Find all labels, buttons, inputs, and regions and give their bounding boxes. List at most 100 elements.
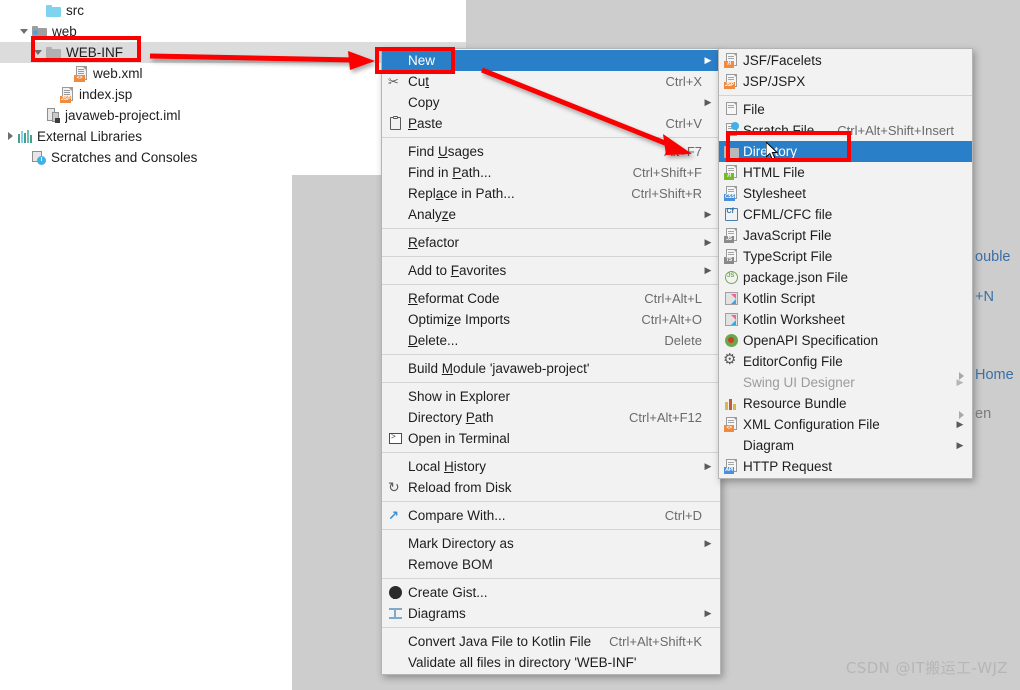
javascript-file-icon: JS [724,228,738,243]
submenu-item-package-json-file[interactable]: package.json File [719,267,972,288]
submenu-arrow-icon: ▶ [704,237,712,247]
menu-item-label: Mark Directory as [408,536,514,551]
menu-item-local-history[interactable]: Local History ▶ [382,456,720,477]
submenu-item-label: HTTP Request [743,459,833,474]
submenu-arrow-icon: ▶ [704,461,712,471]
menu-item-label: Paste [408,116,443,131]
menu-item-label: Add to Favorites [408,263,507,278]
submenu-item-label: Resource Bundle [743,396,847,411]
submenu-item-label: Kotlin Script [743,291,816,306]
tree-item-label: web.xml [93,66,143,81]
menu-item-build-module-javaweb-project[interactable]: Build Module 'javaweb-project' [382,358,720,379]
menu-item-analyze[interactable]: Analyze ▶ [382,204,720,225]
menu-item-reload-from-disk[interactable]: Reload from Disk [382,477,720,498]
menu-item-icon-slot [382,509,408,523]
submenu-item-html-file[interactable]: H HTML File [719,162,972,183]
menu-item-replace-in-path[interactable]: Replace in Path... Ctrl+Shift+R [382,183,720,204]
menu-item-find-usages[interactable]: Find Usages Alt+F7 [382,141,720,162]
submenu-item-kotlin-script[interactable]: Kotlin Script [719,288,972,309]
submenu-item-typescript-file[interactable]: TS TypeScript File [719,246,972,267]
submenu-item-editorconfig-file[interactable]: EditorConfig File [719,351,972,372]
submenu-item-swing-ui-designer: Swing UI Designer ▶ [719,372,972,393]
chevron-right-icon[interactable] [6,132,15,141]
menu-item-create-gist[interactable]: Create Gist... [382,582,720,603]
menu-item-optimize-imports[interactable]: Optimize Imports Ctrl+Alt+O [382,309,720,330]
background-hint: Home [975,367,1014,383]
menu-item-reformat-code[interactable]: Reformat Code Ctrl+Alt+L [382,288,720,309]
menu-item-convert-java-file-to-kotlin-file[interactable]: Convert Java File to Kotlin File Ctrl+Alt… [382,631,720,652]
new-submenu[interactable]: H JSF/Facelets JSP JSP/JSPX File Scratch File… [718,48,973,479]
submenu-item-file[interactable]: File [719,99,972,120]
submenu-item-cfml-cfc-file[interactable]: CFML/CFC file [719,204,972,225]
menu-item-find-in-path[interactable]: Find in Path... Ctrl+Shift+F [382,162,720,183]
submenu-item-jsp-jspx[interactable]: JSP JSP/JSPX [719,71,972,92]
submenu-item-openapi-specification[interactable]: OpenAPI Specification [719,330,972,351]
menu-item-delete[interactable]: Delete... Delete [382,330,720,351]
menu-item-cut[interactable]: Cut Ctrl+X [382,71,720,92]
external-libraries-icon [18,130,32,143]
menu-item-show-in-explorer[interactable]: Show in Explorer [382,386,720,407]
submenu-item-resource-bundle[interactable]: Resource Bundle [719,393,972,414]
menu-separator [382,529,720,530]
submenu-item-icon-slot: H [719,165,743,180]
menu-item-label: Convert Java File to Kotlin File [408,634,592,649]
menu-item-label: Diagrams [408,606,466,621]
submenu-item-label: package.json File [743,270,849,285]
menu-separator [382,501,720,502]
submenu-item-javascript-file[interactable]: JS JavaScript File [719,225,972,246]
jsp-file-icon: JSP [724,74,738,89]
menu-item-diagrams[interactable]: Diagrams ▶ [382,603,720,624]
kotlin-icon [724,313,738,326]
tree-item-src[interactable]: src [0,0,466,21]
menu-separator [382,354,720,355]
submenu-item-stylesheet[interactable]: CSS Stylesheet [719,183,972,204]
csdn-watermark: CSDN @IT搬运工-WJZ [845,659,1008,677]
submenu-item-label: CFML/CFC file [743,207,833,222]
background-hint: en [975,406,992,422]
menu-item-shortcut: Ctrl+Alt+F12 [629,410,702,425]
html-file-icon: H [724,165,738,180]
menu-separator [382,256,720,257]
kotlin-icon [724,292,738,305]
menu-item-mark-directory-as[interactable]: Mark Directory as ▶ [382,533,720,554]
submenu-item-icon-slot: CSS [719,186,743,201]
web-inf-highlight-box [31,36,141,62]
menu-item-shortcut: Ctrl+Alt+L [644,291,702,306]
submenu-item-label: JavaScript File [743,228,832,243]
submenu-arrow-icon: ▶ [704,265,712,275]
submenu-item-kotlin-worksheet[interactable]: Kotlin Worksheet [719,309,972,330]
submenu-item-icon-slot: <> [719,417,743,432]
chevron-down-icon[interactable] [20,27,29,36]
menu-item-add-to-favorites[interactable]: Add to Favorites ▶ [382,260,720,281]
menu-item-remove-bom[interactable]: Remove BOM [382,554,720,575]
submenu-item-icon-slot [719,313,743,326]
submenu-item-jsf-facelets[interactable]: H JSF/Facelets [719,50,972,71]
folder-blue-icon [46,4,61,17]
menu-item-validate-all-files-in-directory-web-inf[interactable]: Validate all files in directory 'WEB-INF… [382,652,720,673]
menu-item-refactor[interactable]: Refactor ▶ [382,232,720,253]
tree-item-label: Scratches and Consoles [51,150,198,165]
new-highlight-box [375,47,455,74]
menu-item-label: Delete... [408,333,459,348]
menu-item-icon-slot [382,115,408,130]
menu-separator [382,382,720,383]
xml-file-icon: <> [724,417,738,432]
menu-item-shortcut: Ctrl+Alt+O [641,312,702,327]
menu-item-compare-with[interactable]: Compare With... Ctrl+D [382,505,720,526]
submenu-item-xml-configuration-file[interactable]: <> XML Configuration File ▶ [719,414,972,435]
submenu-item-label: Stylesheet [743,186,807,201]
submenu-item-icon-slot: API [719,459,743,474]
resource-bundle-icon [724,398,738,410]
menu-item-label: Replace in Path... [408,186,515,201]
css-file-icon: CSS [724,186,738,201]
menu-item-label: Compare With... [408,508,506,523]
submenu-item-http-request[interactable]: API HTTP Request [719,456,972,477]
submenu-item-diagram[interactable]: Diagram ▶ [719,435,972,456]
typescript-file-icon: TS [724,249,738,264]
submenu-item-label: JSP/JSPX [743,74,806,89]
menu-item-copy[interactable]: Copy ▶ [382,92,720,113]
menu-item-open-in-terminal[interactable]: Open in Terminal [382,428,720,449]
menu-item-directory-path[interactable]: Directory Path Ctrl+Alt+F12 [382,407,720,428]
menu-item-paste[interactable]: Paste Ctrl+V [382,113,720,134]
context-menu[interactable]: New▶CutCtrl+XCopy▶PasteCtrl+VFind Usages… [381,48,721,675]
